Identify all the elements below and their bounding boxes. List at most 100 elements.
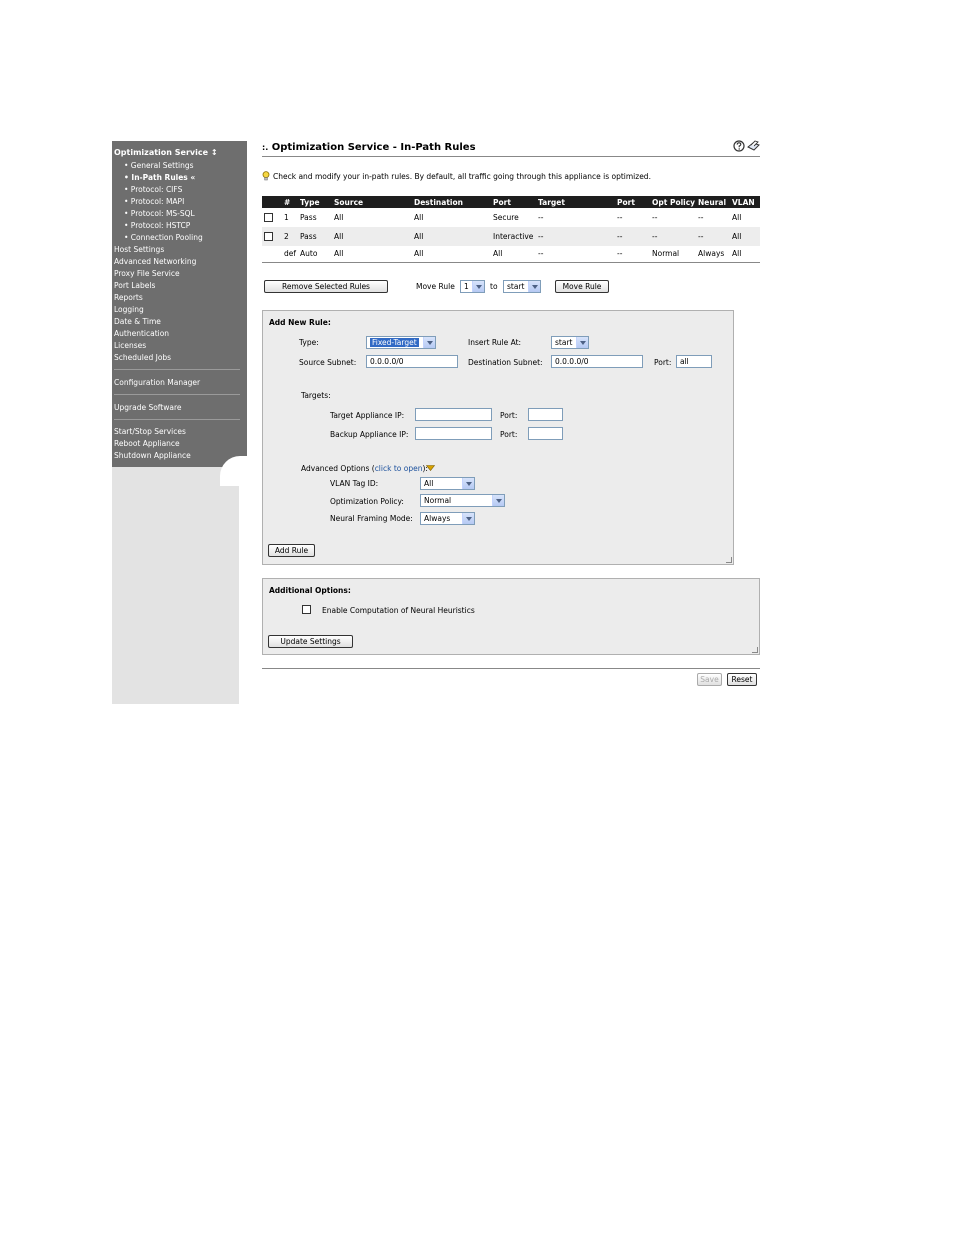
- sidebar-item-reports[interactable]: Reports: [114, 293, 143, 303]
- sidebar-item-protocol-hstcp[interactable]: • Protocol: HSTCP: [124, 221, 190, 231]
- move-rule-select[interactable]: 1: [460, 280, 485, 293]
- advanced-options-link[interactable]: click to open: [375, 464, 423, 473]
- sidebar-header-optimization-service[interactable]: Optimization Service ↕: [114, 148, 218, 158]
- chevron-down-icon: [492, 495, 504, 506]
- chevron-down-icon: [472, 281, 484, 292]
- sidebar-item-protocol-cifs[interactable]: • Protocol: CIFS: [124, 185, 182, 195]
- sidebar-item-proxy-file-service[interactable]: Proxy File Service: [114, 269, 180, 279]
- rule-port: All: [491, 246, 536, 263]
- backup-port-label: Port:: [500, 430, 518, 439]
- column-header-destination: Destination: [412, 196, 491, 208]
- rule-destination: All: [414, 213, 424, 222]
- target-port-label: Port:: [500, 411, 518, 420]
- vlan-tag-id-label: VLAN Tag ID:: [330, 479, 379, 488]
- vlan-tag-id-select[interactable]: All: [420, 477, 475, 490]
- expand-triangle-icon[interactable]: [426, 465, 435, 471]
- rule-select-checkbox[interactable]: [264, 213, 273, 223]
- column-header-opt-policy: Opt Policy: [650, 196, 696, 208]
- sidebar-item-reboot-appliance[interactable]: Reboot Appliance: [114, 439, 180, 449]
- reset-button[interactable]: Reset: [727, 673, 757, 686]
- targets-label: Targets:: [301, 391, 331, 400]
- sidebar-item-protocol-mapi[interactable]: • Protocol: MAPI: [124, 197, 184, 207]
- sidebar-item-protocol-mssql[interactable]: • Protocol: MS-SQL: [124, 209, 195, 219]
- backup-port-input[interactable]: [528, 427, 563, 440]
- sidebar-item-licenses[interactable]: Licenses: [114, 341, 146, 351]
- neural-framing-mode-label: Neural Framing Mode:: [330, 514, 413, 523]
- target-appliance-ip-input[interactable]: [415, 408, 492, 421]
- print-icon[interactable]: [747, 140, 760, 152]
- rule-target: --: [536, 246, 615, 263]
- move-rule-button[interactable]: Move Rule: [555, 280, 609, 293]
- sidebar-item-logging[interactable]: Logging: [114, 305, 144, 315]
- sidebar-item-general-settings[interactable]: • General Settings: [124, 161, 194, 171]
- help-icon[interactable]: [733, 140, 745, 152]
- rule-destination: All: [412, 227, 491, 246]
- rule-number: 1: [284, 213, 289, 222]
- sidebar-divider: [114, 419, 240, 420]
- backup-appliance-ip-input[interactable]: [415, 427, 492, 440]
- table-row[interactable]: 2 Pass All All Interactive -- -- -- -- A…: [262, 227, 760, 246]
- rule-vlan: All: [732, 213, 742, 222]
- sidebar-divider: [114, 369, 240, 370]
- sidebar-item-port-labels[interactable]: Port Labels: [114, 281, 155, 291]
- port-input[interactable]: all: [676, 355, 712, 368]
- table-row[interactable]: 1 Pass All All Secure -- -- -- -- All: [262, 208, 760, 227]
- insert-rule-at-select[interactable]: start: [551, 336, 589, 349]
- backup-appliance-ip-label: Backup Appliance IP:: [330, 430, 409, 439]
- chevron-down-icon: [423, 337, 435, 348]
- sidebar-item-host-settings[interactable]: Host Settings: [114, 245, 164, 255]
- footer-divider: [262, 668, 760, 669]
- column-header-target: Target: [536, 196, 615, 208]
- neural-framing-mode-select[interactable]: Always: [420, 512, 475, 525]
- chevron-down-icon: [462, 478, 474, 489]
- rule-type: Pass: [298, 227, 332, 246]
- table-row[interactable]: def Auto All All All -- -- Normal Always…: [262, 246, 760, 263]
- rule-target: --: [536, 227, 615, 246]
- move-rule-label: Move Rule: [416, 282, 455, 291]
- rule-target-port: --: [615, 246, 650, 263]
- rule-neural: --: [698, 213, 704, 222]
- sidebar-item-start-stop-services[interactable]: Start/Stop Services: [114, 427, 186, 437]
- port-label: Port:: [654, 358, 672, 367]
- sidebar-item-date-time[interactable]: Date & Time: [114, 317, 161, 327]
- sidebar-divider: [114, 394, 240, 395]
- sidebar-item-scheduled-jobs[interactable]: Scheduled Jobs: [114, 353, 171, 363]
- source-subnet-label: Source Subnet:: [299, 358, 357, 367]
- destination-subnet-input[interactable]: 0.0.0.0/0: [551, 355, 643, 368]
- save-button[interactable]: Save: [697, 673, 722, 686]
- rule-select-checkbox[interactable]: [264, 232, 273, 242]
- expand-arrow-icon: ↕: [210, 148, 218, 157]
- add-rule-heading: Add New Rule:: [269, 318, 331, 327]
- column-header-vlan: VLAN: [730, 196, 760, 208]
- sidebar-item-upgrade-software[interactable]: Upgrade Software: [114, 403, 182, 413]
- chevron-down-icon: [528, 281, 540, 292]
- remove-selected-rules-button[interactable]: Remove Selected Rules: [264, 280, 388, 293]
- page-hint: Check and modify your in-path rules. By …: [273, 172, 651, 181]
- add-rule-button[interactable]: Add Rule: [268, 544, 315, 557]
- target-port-input[interactable]: [528, 408, 563, 421]
- type-label: Type:: [299, 338, 319, 347]
- sidebar-item-connection-pooling[interactable]: • Connection Pooling: [124, 233, 203, 243]
- sidebar-item-shutdown-appliance[interactable]: Shutdown Appliance: [114, 451, 191, 461]
- rule-opt-policy: --: [650, 227, 696, 246]
- optimization-policy-select[interactable]: Normal: [420, 494, 505, 507]
- column-header-source: Source: [332, 196, 412, 208]
- rule-type-select[interactable]: Fixed-Target: [366, 336, 436, 349]
- sidebar-item-configuration-manager[interactable]: Configuration Manager: [114, 378, 200, 388]
- sidebar-item-in-path-rules[interactable]: • In-Path Rules «: [124, 173, 195, 183]
- rule-target: --: [538, 213, 544, 222]
- column-header-type: Type: [298, 196, 332, 208]
- column-header-target-port: Port: [615, 196, 650, 208]
- move-rule-to-select[interactable]: start: [503, 280, 541, 293]
- rule-vlan: All: [730, 246, 760, 263]
- sidebar-item-advanced-networking[interactable]: Advanced Networking: [114, 257, 196, 267]
- source-subnet-input[interactable]: 0.0.0.0/0: [366, 355, 458, 368]
- chevron-down-icon: [576, 337, 588, 348]
- neural-heuristics-checkbox[interactable]: [302, 605, 311, 614]
- rule-neural: --: [696, 227, 730, 246]
- update-settings-button[interactable]: Update Settings: [268, 635, 353, 648]
- additional-options-heading: Additional Options:: [269, 586, 351, 595]
- sidebar-item-authentication[interactable]: Authentication: [114, 329, 169, 339]
- rule-source: All: [334, 213, 344, 222]
- page-title: :. Optimization Service - In-Path Rules: [262, 142, 476, 153]
